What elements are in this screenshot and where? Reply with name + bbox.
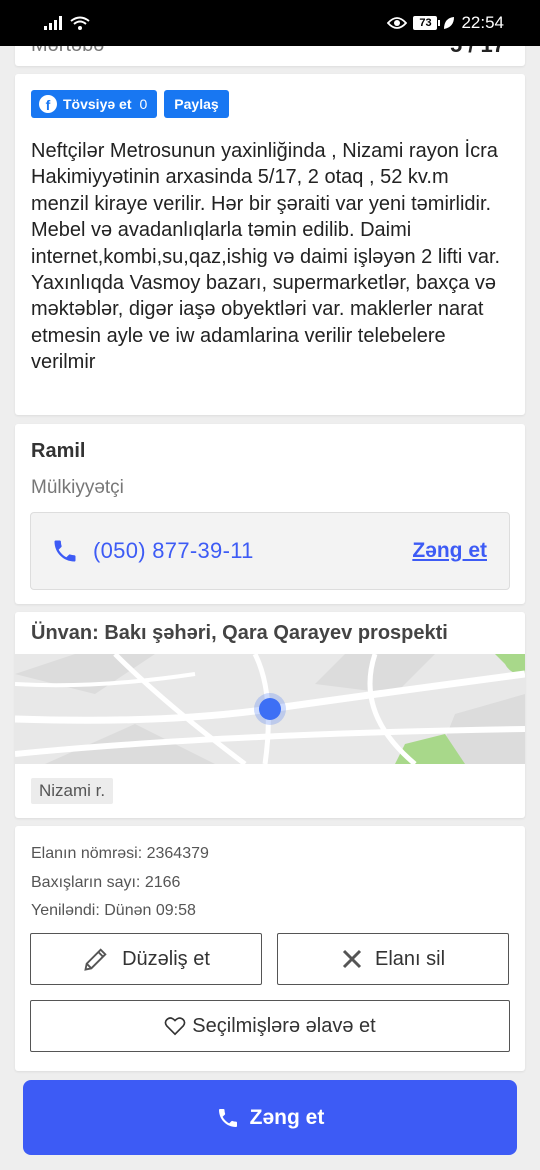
call-link[interactable]: Zəng et	[412, 539, 487, 563]
battery-indicator: 73	[413, 16, 441, 30]
location-marker-icon	[259, 698, 281, 720]
description-text: Neftçilər Metrosunun yaxinliğinda , Niza…	[31, 140, 501, 374]
add-favorite-button[interactable]: Seçilmişlərə əlavə et	[30, 1000, 510, 1052]
favorite-label: Seçilmişlərə əlavə et	[192, 1014, 376, 1037]
updated-date: Yeniləndi: Dünən 09:58	[31, 902, 196, 919]
address-card: Ünvan: Bakı şəhəri, Qara Qarayev prospek…	[15, 612, 525, 818]
edit-label: Düzəliş et	[122, 947, 210, 970]
facebook-buttons: f Tövsiyə et 0 Paylaş	[31, 90, 509, 118]
delete-label: Elanı sil	[374, 947, 446, 970]
status-right: 73 22:54	[387, 13, 504, 33]
close-icon	[342, 949, 362, 969]
edit-button[interactable]: Düzəliş et	[30, 933, 262, 985]
pencil-icon	[84, 948, 107, 971]
eye-icon	[387, 17, 408, 29]
facebook-share-button[interactable]: Paylaş	[164, 90, 229, 118]
ad-info-card: Elanın nömrəsi: 2364379 Baxışların sayı:…	[15, 826, 525, 1071]
signal-icon	[44, 16, 62, 30]
metro-tag[interactable]: Nizami r.	[31, 778, 114, 804]
share-label: Paylaş	[174, 96, 219, 112]
status-bar: 73 22:54	[0, 0, 540, 46]
leaf-icon	[444, 17, 455, 29]
phone-number: (050) 877-39-11	[93, 538, 254, 563]
recommend-count: 0	[139, 96, 148, 112]
address-title: Ünvan: Bakı şəhəri, Qara Qarayev prospek…	[31, 622, 448, 644]
description-card: f Tövsiyə et 0 Paylaş Neftçilər Metrosun…	[15, 74, 525, 415]
recommend-label: Tövsiyə et	[63, 96, 132, 112]
phone-icon	[218, 1108, 237, 1127]
heart-icon	[164, 1017, 186, 1036]
action-buttons: Düzəliş et Elanı sil	[30, 933, 510, 985]
owner-card: Ramil Mülkiyyətçi (050) 877-39-11 Zəng e…	[15, 424, 525, 604]
phone-box[interactable]: (050) 877-39-11 Zəng et	[30, 512, 510, 590]
status-left	[44, 16, 90, 30]
owner-role: Mülkiyyətçi	[31, 477, 124, 498]
view-count: Baxışların sayı: 2166	[31, 873, 181, 891]
call-button-label: Zəng et	[249, 1105, 325, 1129]
delete-button[interactable]: Elanı sil	[277, 933, 509, 985]
owner-name: Ramil	[31, 440, 86, 462]
facebook-icon: f	[39, 95, 57, 113]
wifi-icon	[70, 16, 90, 30]
call-button[interactable]: Zəng et	[23, 1080, 517, 1155]
phone-icon	[54, 540, 76, 562]
map[interactable]	[15, 654, 525, 764]
clock: 22:54	[461, 13, 504, 32]
facebook-recommend-button[interactable]: f Tövsiyə et 0	[31, 90, 158, 118]
ad-number: Elanın nömrəsi: 2364379	[31, 845, 209, 862]
